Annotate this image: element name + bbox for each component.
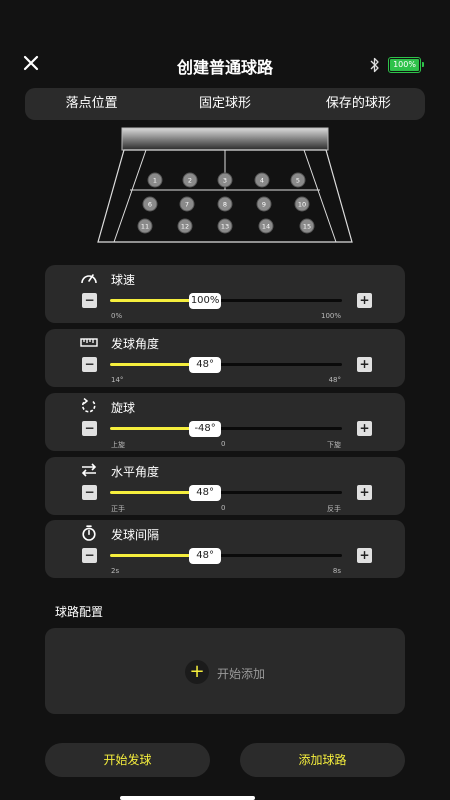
landing-spot[interactable]: 3	[217, 172, 233, 188]
decrease-button[interactable]: −	[82, 421, 97, 436]
max-label: 8s	[332, 567, 341, 575]
increase-button[interactable]: +	[357, 293, 372, 308]
landing-spot-number: 11	[141, 223, 149, 231]
landing-spot[interactable]: 7	[179, 196, 195, 212]
slider-thumb[interactable]: 48°	[189, 357, 222, 373]
control-label: 发球间隔	[111, 528, 160, 542]
header: 创建普通球路 100%	[0, 0, 450, 88]
ruler-icon	[80, 334, 98, 350]
decrease-button[interactable]: −	[82, 293, 97, 308]
landing-spot-number: 6	[148, 201, 152, 209]
config-section-title: 球路配置	[55, 605, 104, 619]
max-label: 100%	[320, 312, 341, 320]
slider-track[interactable]	[110, 299, 342, 302]
control-label: 发球角度	[111, 337, 160, 351]
min-label: 0%	[111, 312, 123, 320]
landing-spot-number: 2	[188, 177, 192, 185]
court-diagram: 1 2 3 4 56 7 8 9 1011 12 13 14 15	[97, 127, 353, 243]
control-card: 水平角度 − 48° + 正手 0 反手	[45, 457, 405, 515]
landing-spot[interactable]: 6	[142, 196, 158, 212]
control-card: 球速 − 100% +0% 100%	[45, 265, 405, 323]
control-label: 球速	[111, 273, 136, 287]
landing-spot-number: 3	[223, 177, 227, 185]
decrease-button[interactable]: −	[82, 485, 97, 500]
landing-spot[interactable]: 15	[299, 218, 315, 234]
page-title: 创建普通球路	[176, 58, 273, 77]
landing-spot-number: 13	[221, 223, 229, 231]
slider-track[interactable]	[110, 491, 342, 494]
tab-bar: 落点位置 固定球形 保存的球形	[25, 88, 425, 120]
landing-spot[interactable]: 5	[290, 172, 306, 188]
landing-spot[interactable]: 13	[217, 218, 233, 234]
control-card: 发球角度 − 48° +14° 48°	[45, 329, 405, 387]
control-label: 旋球	[111, 401, 136, 415]
landing-spot-number: 12	[181, 223, 189, 231]
slider-track[interactable]	[110, 363, 342, 366]
control-label: 水平角度	[111, 465, 160, 479]
landing-spot[interactable]: 9	[256, 196, 272, 212]
start-add-label[interactable]: 开始添加	[217, 665, 265, 682]
tab-landing-position[interactable]: 落点位置	[25, 88, 158, 120]
slider-thumb[interactable]: 48°	[189, 485, 222, 501]
increase-button[interactable]: +	[357, 421, 372, 436]
landing-spots: 1 2 3 4 56 7 8 9 1011 12 13 14 15	[137, 172, 315, 234]
landing-spot-number: 8	[223, 201, 227, 209]
landing-spot-number: 15	[303, 223, 311, 231]
landing-spot[interactable]: 8	[217, 196, 233, 212]
max-label: 下旋	[327, 441, 341, 449]
rotate-icon	[80, 397, 98, 414]
landing-spot[interactable]: 4	[254, 172, 270, 188]
mid-label: 0	[221, 504, 226, 512]
landing-spot[interactable]: 1	[147, 172, 163, 188]
increase-button[interactable]: +	[357, 548, 372, 563]
battery-indicator: 100%	[388, 57, 424, 73]
bluetooth-icon	[370, 57, 379, 73]
landing-spot[interactable]: 14	[258, 218, 274, 234]
timer-icon	[80, 525, 98, 541]
slider-thumb[interactable]: -48°	[189, 421, 222, 437]
landing-spot-number: 1	[153, 177, 157, 185]
mid-label: 0	[221, 440, 226, 448]
landing-spot-number: 4	[260, 177, 264, 185]
increase-button[interactable]: +	[357, 485, 372, 500]
min-label: 14°	[111, 376, 124, 384]
tab-fixed-ball-shape[interactable]: 固定球形	[158, 88, 291, 120]
tab-saved-ball-shape[interactable]: 保存的球形	[292, 88, 425, 120]
decrease-button[interactable]: −	[82, 548, 97, 563]
landing-spot[interactable]: 2	[182, 172, 198, 188]
court-net	[121, 127, 329, 151]
config-box: + 开始添加	[45, 628, 405, 714]
increase-button[interactable]: +	[357, 357, 372, 372]
min-label: 2s	[111, 567, 120, 575]
max-label: 反手	[327, 505, 341, 513]
landing-spot-number: 14	[262, 223, 270, 231]
speedometer-icon	[80, 270, 98, 286]
start-serve-button[interactable]: 开始发球	[45, 743, 210, 777]
landing-spot[interactable]: 11	[137, 218, 153, 234]
home-indicator	[120, 796, 255, 800]
slider-track[interactable]	[110, 554, 342, 557]
landing-spot-number: 10	[298, 201, 306, 209]
add-plus-icon[interactable]: +	[185, 660, 209, 684]
min-label: 上旋	[111, 441, 125, 449]
max-label: 48°	[328, 376, 341, 384]
min-label: 正手	[111, 505, 125, 513]
control-card: 旋球 − -48° + 上旋 0 下旋	[45, 393, 405, 451]
landing-spot-number: 9	[262, 201, 266, 209]
add-route-button[interactable]: 添加球路	[240, 743, 405, 777]
control-card: 发球间隔 − 48° +2s 8s	[45, 520, 405, 578]
decrease-button[interactable]: −	[82, 357, 97, 372]
slider-thumb[interactable]: 100%	[189, 293, 222, 309]
landing-spot-number: 7	[185, 201, 189, 209]
landing-spot-number: 5	[296, 177, 300, 185]
battery-level: 100%	[390, 59, 419, 71]
landing-spot[interactable]: 12	[177, 218, 193, 234]
slider-thumb[interactable]: 48°	[189, 548, 222, 564]
swap-arrows-icon	[80, 462, 98, 478]
slider-track[interactable]	[110, 427, 342, 430]
landing-spot[interactable]: 10	[294, 196, 310, 212]
